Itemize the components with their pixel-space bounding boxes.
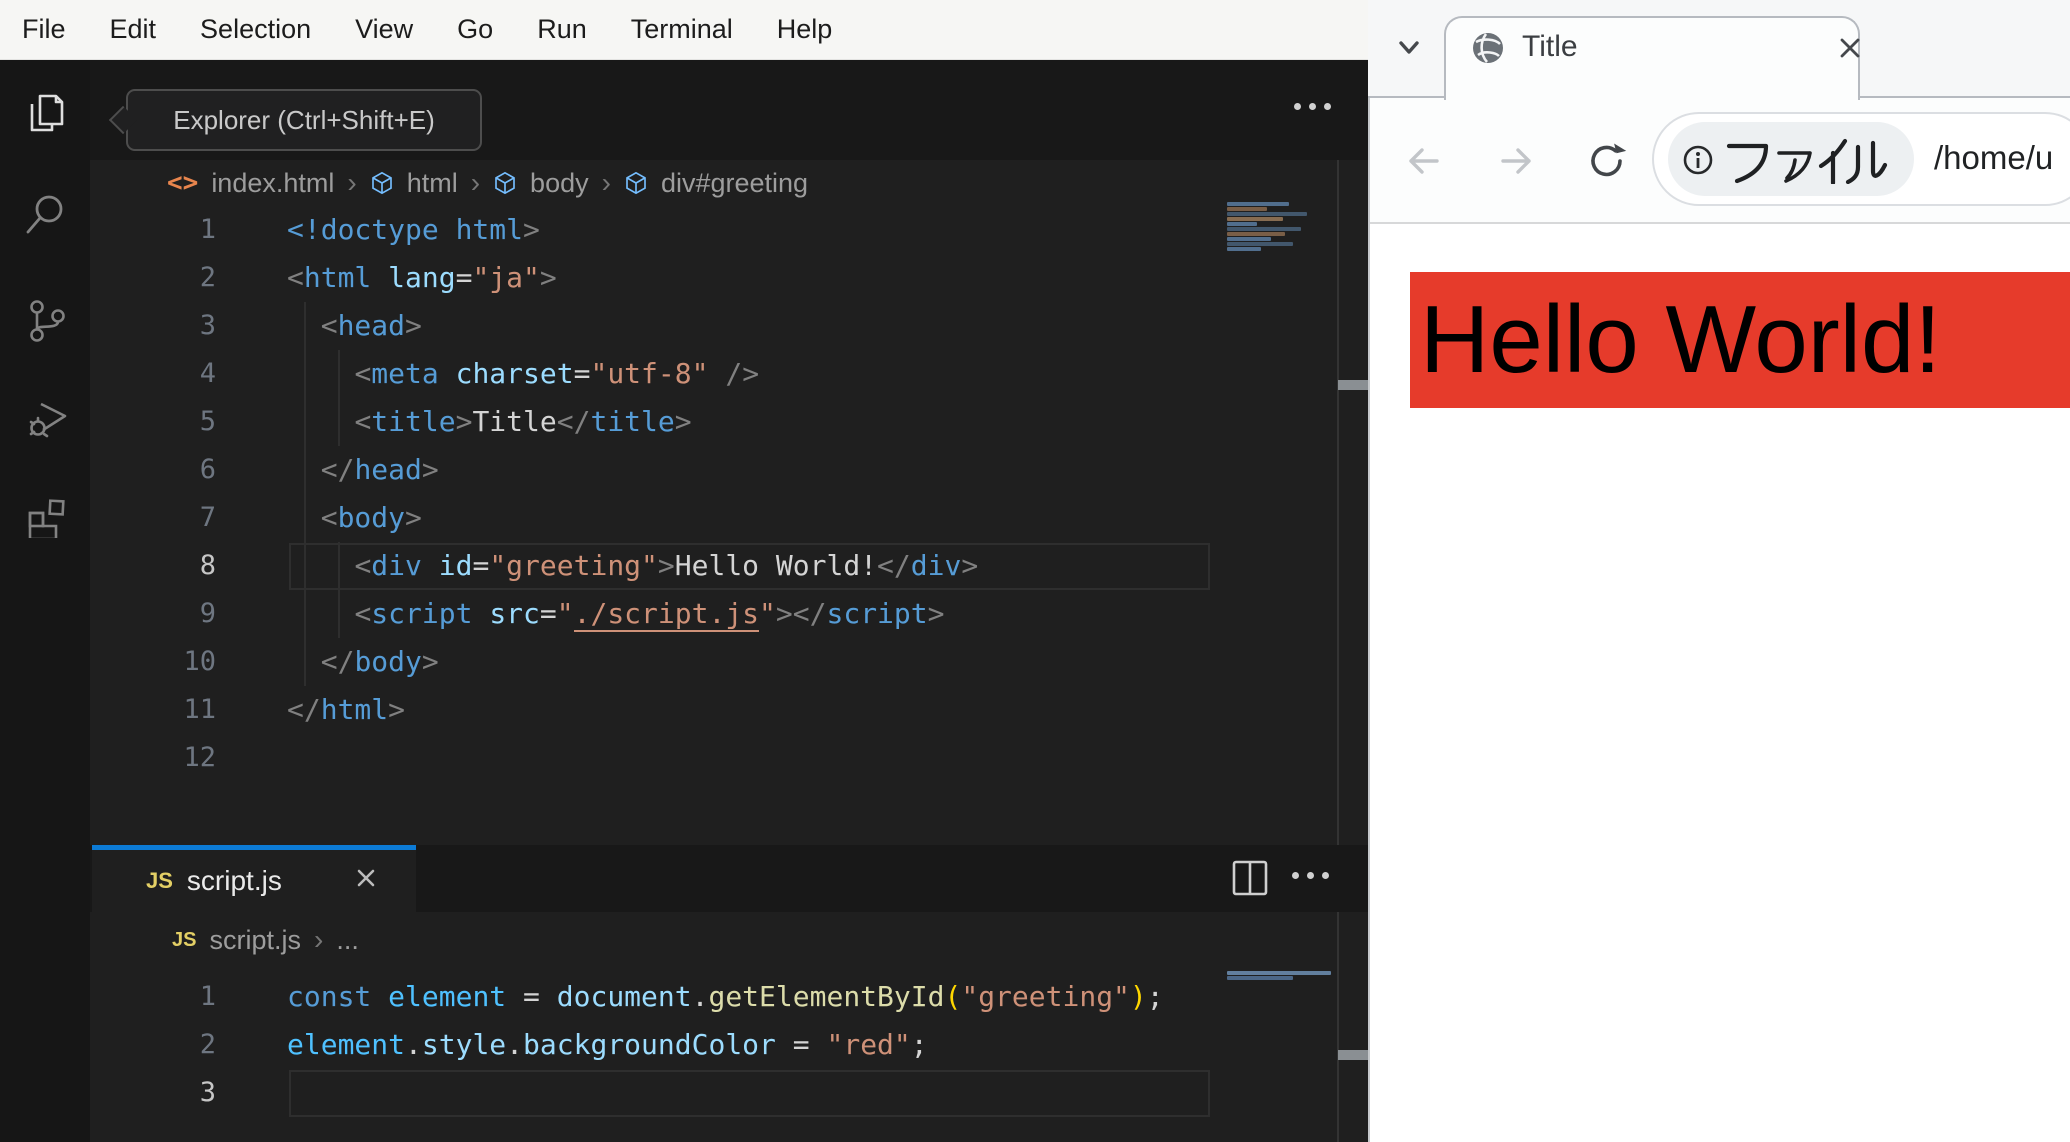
breadcrumb-file[interactable]: script.js (209, 925, 301, 956)
code-line[interactable]: 7 <body> (90, 494, 1338, 542)
greeting-div: Hello World! (1410, 272, 2070, 408)
line-number: 3 (199, 310, 216, 341)
code-line[interactable]: 10 </body> (90, 638, 1338, 686)
source-control-icon[interactable] (23, 298, 69, 344)
panel-breadcrumb[interactable]: JS script.js ›... (172, 914, 359, 966)
hello-world-text: Hello World! (1420, 286, 1942, 393)
menu-item-help[interactable]: Help (777, 14, 833, 45)
js-file-icon: JS (172, 928, 197, 951)
breadcrumb-symbol[interactable]: body (530, 168, 589, 199)
forward-icon[interactable] (1498, 142, 1536, 180)
menu-item-go[interactable]: Go (457, 14, 493, 45)
menu-item-view[interactable]: View (355, 14, 413, 45)
html-file-icon: <> (167, 168, 199, 198)
scrollbar-thumb[interactable] (1338, 1050, 1368, 1060)
breadcrumb-separator: › (470, 167, 481, 198)
menu-item-edit[interactable]: Edit (110, 14, 157, 45)
breadcrumb-separator: › (601, 167, 611, 198)
menu-item-file[interactable]: File (22, 14, 66, 45)
code-line[interactable]: 9 <script src="./script.js"></script> (90, 590, 1338, 638)
explorer-icon[interactable] (23, 90, 69, 136)
symbol-cube-icon (495, 171, 515, 195)
run-debug-icon[interactable] (23, 396, 69, 442)
breadcrumb-separator: › (347, 167, 357, 198)
reload-icon[interactable] (1586, 140, 1628, 182)
line-number: 3 (199, 1077, 216, 1108)
line-number: 7 (199, 502, 216, 533)
code-line[interactable]: 3 <head> (90, 302, 1338, 350)
line-number: 10 (183, 646, 216, 677)
line-number: 12 (183, 742, 216, 773)
tab-close-icon[interactable] (1836, 34, 1864, 62)
breadcrumb-symbol[interactable]: div#greeting (661, 168, 808, 199)
code-line[interactable]: 2 element.style.backgroundColor = "red"; (90, 1021, 1338, 1069)
screenshot-stage: File Edit Selection View Go Run Terminal Help (0, 0, 2070, 1142)
back-icon[interactable] (1404, 142, 1442, 180)
vscode-menu-bar: File Edit Selection View Go Run Terminal Help (0, 0, 1368, 60)
menu-item-run[interactable]: Run (537, 14, 587, 45)
extensions-icon[interactable] (23, 492, 69, 538)
breadcrumb-file[interactable]: index.html (211, 168, 334, 199)
url-text[interactable]: /home/u (1934, 139, 2053, 177)
tab-label: script.js (186, 865, 282, 896)
line-number: 1 (199, 981, 216, 1012)
line-number: 4 (199, 358, 216, 389)
search-icon[interactable] (23, 192, 69, 238)
code-line[interactable]: 2 <html lang="ja"> (90, 254, 1338, 302)
line-number: 11 (183, 694, 216, 725)
menu-item-terminal[interactable]: Terminal (631, 14, 733, 45)
info-icon[interactable] (1682, 144, 1714, 176)
code-line[interactable]: 8 <div id="greeting">Hello World!</div> (90, 542, 1338, 590)
breadcrumb-separator: › (313, 924, 324, 955)
split-editor-icon[interactable] (1230, 858, 1270, 898)
html-code-editor[interactable]: 1 <!doctype html> 2 <html lang="ja"> 3 <head… (90, 206, 1368, 786)
line-number: 6 (199, 454, 216, 485)
line-number: 1 (199, 214, 216, 245)
code-line[interactable]: 5 <title>Title</title> (90, 398, 1338, 446)
breadcrumb-symbol[interactable]: html (407, 168, 458, 199)
code-line[interactable]: 6 </head> (90, 446, 1338, 494)
js-file-icon: JS (146, 868, 173, 893)
symbol-cube-icon (626, 171, 646, 195)
js-code-editor[interactable]: 1 const element = document.getElementById… (90, 973, 1368, 1142)
file-scheme-chip-label (1726, 138, 1892, 184)
menu-item-selection[interactable]: Selection (200, 14, 311, 45)
scrollbar-track (1337, 912, 1339, 1142)
scrollbar-thumb[interactable] (1338, 380, 1368, 390)
line-number: 9 (199, 598, 216, 629)
line-number: 2 (199, 1029, 216, 1060)
code-line[interactable]: 11 </html> (90, 686, 1338, 734)
code-line[interactable]: 1 <!doctype html> (90, 206, 1338, 254)
browser-tab[interactable] (1444, 16, 1860, 100)
globe-icon (1470, 30, 1506, 66)
editor-more-actions-icon[interactable] (1294, 103, 1331, 110)
code-line[interactable]: 12 (90, 734, 1338, 782)
code-line[interactable]: 4 <meta charset="utf-8" /> (90, 350, 1338, 398)
code-line[interactable]: 3 (90, 1069, 1338, 1117)
panel-more-actions-icon[interactable] (1292, 872, 1329, 879)
symbol-cube-icon (371, 171, 392, 195)
scrollbar-track (1337, 160, 1339, 845)
chevron-down-icon[interactable] (1394, 32, 1424, 62)
line-number: 8 (199, 550, 216, 581)
code-line[interactable]: 1 const element = document.getElementById… (90, 973, 1338, 1021)
breadcrumb[interactable]: <> index.html › html › body › div#greeting (167, 160, 808, 206)
explorer-tooltip: Explorer (Ctrl+Shift+E) (126, 89, 482, 151)
line-number: 2 (199, 262, 216, 293)
breadcrumb-more[interactable]: ... (336, 925, 359, 956)
vscode-activity-bar (0, 60, 90, 1142)
line-number: 5 (199, 406, 216, 437)
tab-close-icon[interactable] (352, 864, 380, 892)
browser-tab-title: Title (1522, 30, 1578, 63)
